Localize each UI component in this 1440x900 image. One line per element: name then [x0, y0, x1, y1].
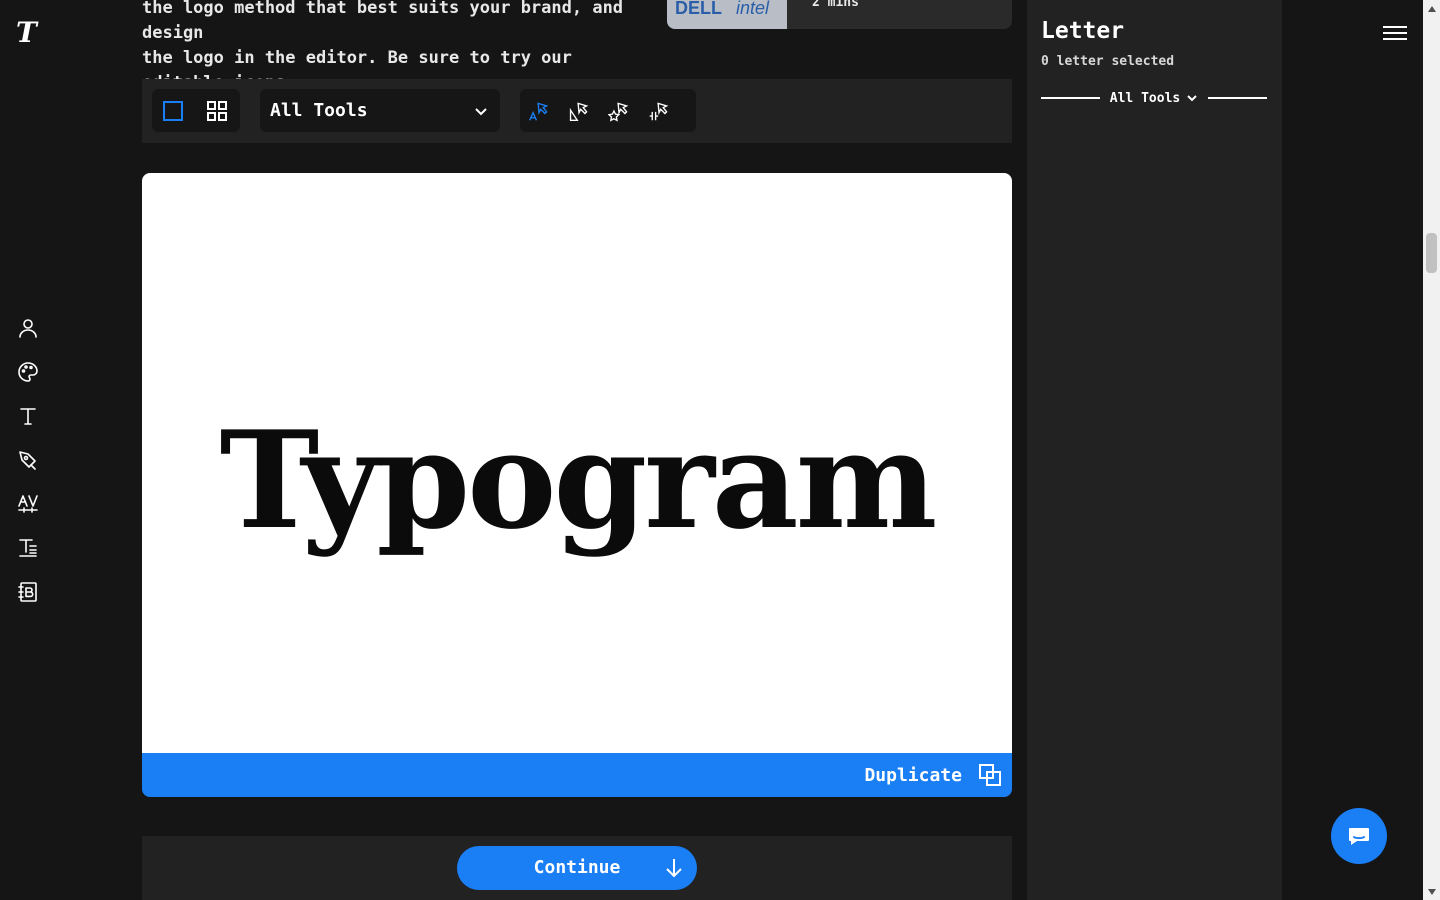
continue-button[interactable]: Continue: [457, 846, 697, 890]
panel-tools-filter[interactable]: All Tools: [1041, 88, 1268, 108]
single-view-icon[interactable]: [162, 100, 184, 122]
chevron-down-icon: [475, 107, 487, 115]
type-icon[interactable]: [14, 402, 42, 430]
scroll-up-icon[interactable]: [1423, 0, 1440, 17]
divider: [1208, 97, 1268, 99]
panel-title: Letter: [1041, 18, 1125, 44]
dell-logo: DELL: [675, 0, 722, 18]
selection-tools: [520, 89, 696, 132]
intro-line-1: the logo method that best suits your bra…: [142, 0, 624, 43]
canvas-action-bar: Duplicate: [142, 753, 1012, 797]
text-spacing-icon[interactable]: [14, 534, 42, 562]
case-read-time: 2 mins: [812, 0, 859, 10]
tools-dropdown[interactable]: All Tools: [260, 89, 500, 132]
editor-toolbar: All Tools: [142, 79, 1012, 143]
brand-book-icon[interactable]: [14, 578, 42, 606]
case-study-card[interactable]: DELL intel 2 mins: [667, 0, 1012, 29]
chevron-down-icon: [1187, 95, 1197, 102]
app-logo[interactable]: T: [16, 18, 42, 48]
logo-wordmark[interactable]: Typogram: [142, 173, 1012, 753]
select-letter-icon[interactable]: [528, 100, 550, 122]
star-select-icon[interactable]: [608, 100, 630, 122]
panel-selection-count: 0 letter selected: [1041, 54, 1175, 69]
chat-bubble-icon: [1349, 828, 1369, 845]
arrow-down-icon: [666, 859, 682, 878]
duplicate-button[interactable]: Duplicate: [864, 763, 1002, 787]
kerning-icon[interactable]: [14, 490, 42, 518]
pen-tool-icon[interactable]: [14, 446, 42, 474]
palette-icon[interactable]: [14, 358, 42, 386]
page-scrollbar[interactable]: [1423, 0, 1440, 900]
left-rail: T: [0, 0, 56, 900]
scroll-down-icon[interactable]: [1423, 883, 1440, 900]
case-logos: DELL intel: [667, 0, 787, 29]
footer-bar: Continue: [142, 836, 1012, 900]
scrollbar-thumb[interactable]: [1426, 233, 1437, 273]
continue-label: Continue: [533, 857, 621, 878]
user-icon[interactable]: [14, 314, 42, 342]
letter-panel: Letter 0 letter selected All Tools: [1027, 0, 1282, 900]
spacing-select-icon[interactable]: [648, 100, 670, 122]
view-toggle: [152, 89, 240, 132]
grid-view-icon[interactable]: [206, 100, 228, 122]
hamburger-menu-icon[interactable]: [1383, 22, 1407, 44]
chat-button[interactable]: [1331, 808, 1387, 864]
duplicate-label: Duplicate: [864, 764, 962, 786]
intel-logo: intel: [736, 0, 770, 18]
logo-canvas[interactable]: Typogram: [142, 173, 1012, 753]
duplicate-icon: [979, 764, 1001, 786]
tools-dropdown-label: All Tools: [270, 100, 368, 121]
divider: [1041, 97, 1100, 99]
panel-filter-label: All Tools: [1109, 90, 1181, 106]
direct-select-icon[interactable]: [568, 100, 590, 122]
right-strip: [1282, 0, 1423, 900]
